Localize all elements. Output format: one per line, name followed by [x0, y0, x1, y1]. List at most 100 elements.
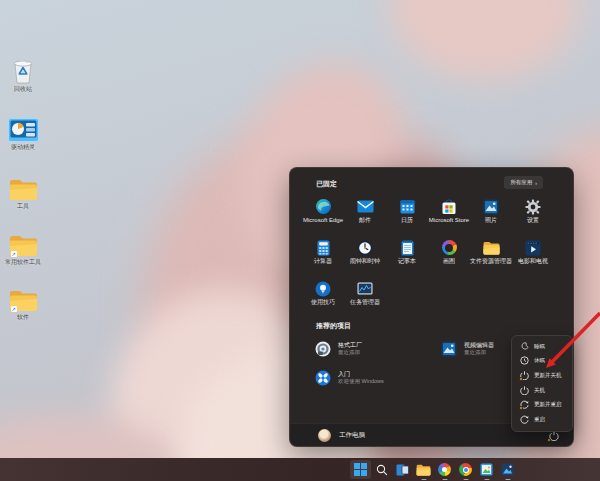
- pinned-app-tips[interactable]: 使用技巧: [302, 278, 344, 319]
- photo-viewer-icon: [480, 463, 493, 476]
- app-label: 记事本: [398, 258, 416, 265]
- running-indicator: [442, 479, 447, 481]
- chrome-icon: [459, 463, 472, 476]
- power-menu-item-sleep[interactable]: 睡眠: [512, 339, 572, 354]
- app-label: 日历: [401, 217, 413, 224]
- pinned-app-mail[interactable]: 邮件: [344, 196, 386, 237]
- app-label: Microsoft Store: [429, 217, 469, 224]
- taskbar-app-image[interactable]: [497, 460, 518, 479]
- color-wheel-icon: [438, 463, 451, 476]
- recommended-subtitle: 最近添加: [338, 349, 362, 356]
- app-label: Microsoft Edge: [303, 217, 343, 224]
- task-manager-icon: [357, 280, 374, 297]
- pinned-app-photos[interactable]: 照片: [470, 196, 512, 237]
- get-started-icon: [314, 369, 331, 386]
- app-label: 邮件: [359, 217, 371, 224]
- pinned-app-clock[interactable]: 闹钟和时钟: [344, 237, 386, 278]
- taskbar-search-button[interactable]: [371, 460, 392, 479]
- movies-tv-icon: [525, 239, 542, 256]
- video-editor-icon: [440, 340, 457, 357]
- shortcut-arrow-icon: ↗: [11, 306, 17, 312]
- recommended-section-title: 推荐的项目: [316, 321, 351, 331]
- recommended-item-get-started[interactable]: 入门 欢迎使用 Windows: [314, 369, 384, 386]
- system-app-icon: [8, 114, 39, 142]
- microsoft-store-icon: [441, 198, 458, 215]
- pinned-app-calculator[interactable]: 计算器: [302, 237, 344, 278]
- folder-icon: ↗: [9, 229, 38, 257]
- power-menu: 睡眠 休眠 更新并关机 关机: [511, 335, 573, 432]
- power-menu-item-hibernate[interactable]: 休眠: [512, 354, 572, 369]
- power-menu-item-update-shutdown[interactable]: 更新并关机: [512, 368, 572, 383]
- format-factory-icon: [314, 340, 331, 357]
- desktop-icon-recycle-bin[interactable]: 回收站: [3, 56, 43, 93]
- pinned-app-calendar[interactable]: 日历: [386, 196, 428, 237]
- taskbar-app-photos[interactable]: [476, 460, 497, 479]
- taskbar-file-explorer[interactable]: [413, 460, 434, 479]
- recommended-title: 入门: [338, 371, 384, 378]
- power-menu-label: 更新并重启: [534, 401, 562, 408]
- running-indicator: [421, 479, 426, 481]
- calculator-icon: [315, 239, 332, 256]
- pinned-app-paint[interactable]: 画图: [428, 237, 470, 278]
- update-badge: [519, 406, 523, 410]
- desktop-icon-label: 驱动精灵: [11, 144, 35, 151]
- taskbar-app-chrome[interactable]: [455, 460, 476, 479]
- shortcut-arrow-icon: ↗: [11, 251, 17, 257]
- power-menu-item-restart[interactable]: 重启: [512, 412, 572, 427]
- pinned-app-settings[interactable]: 设置: [512, 196, 554, 237]
- update-badge: [547, 438, 551, 442]
- desktop-icon-label: 常用软件工具: [5, 259, 41, 266]
- pinned-app-edge[interactable]: Microsoft Edge: [302, 196, 344, 237]
- app-label: 画图: [443, 258, 455, 265]
- recycle-bin-icon: [11, 56, 35, 84]
- image-viewer-icon: [501, 463, 514, 476]
- desktop-icon-folder-3[interactable]: ↗ 软件: [3, 284, 43, 321]
- all-apps-button[interactable]: 所有应用 ›: [504, 176, 543, 189]
- running-indicator: [463, 479, 468, 481]
- power-menu-label: 更新并关机: [534, 372, 562, 379]
- taskbar: [0, 458, 600, 481]
- desktop-icon-label: 回收站: [14, 86, 32, 93]
- recommended-title: 格式工厂: [338, 342, 362, 349]
- pinned-app-movies-tv[interactable]: 电影和电视: [512, 237, 554, 278]
- running-indicator: [505, 479, 510, 481]
- user-name[interactable]: 工作电脑: [339, 431, 365, 440]
- app-label: 任务管理器: [350, 299, 380, 306]
- restart-update-icon: [520, 400, 529, 409]
- app-label: 电影和电视: [518, 258, 548, 265]
- desktop-icon-folder-2[interactable]: ↗ 常用软件工具: [3, 229, 43, 266]
- app-label: 照片: [485, 217, 497, 224]
- recommended-item-video-editor[interactable]: 视频编辑器 最近添加: [440, 340, 494, 357]
- update-badge: [519, 377, 523, 381]
- power-update-icon: [520, 371, 529, 380]
- restart-icon: [520, 415, 529, 424]
- edge-icon: [315, 198, 332, 215]
- moon-icon: [520, 342, 529, 351]
- power-menu-label: 关机: [534, 387, 545, 394]
- pinned-app-task-manager[interactable]: 任务管理器: [344, 278, 386, 319]
- power-menu-label: 重启: [534, 416, 545, 423]
- taskbar-app-colorwheel[interactable]: [434, 460, 455, 479]
- task-view-button[interactable]: [392, 460, 413, 479]
- pinned-app-notepad[interactable]: 记事本: [386, 237, 428, 278]
- pinned-app-file-explorer[interactable]: 文件资源管理器: [470, 237, 512, 278]
- pinned-app-grid: Microsoft Edge 邮件: [302, 196, 554, 319]
- power-icon: [520, 386, 529, 395]
- notepad-icon: [399, 239, 416, 256]
- pinned-app-store[interactable]: Microsoft Store: [428, 196, 470, 237]
- recommended-title: 视频编辑器: [464, 342, 494, 349]
- user-avatar[interactable]: [318, 429, 331, 442]
- desktop-icon-folder-1[interactable]: 工具: [3, 173, 43, 210]
- running-indicator: [484, 479, 489, 481]
- power-menu-item-shutdown[interactable]: 关机: [512, 383, 572, 398]
- all-apps-label: 所有应用: [510, 179, 532, 186]
- desktop-icon-app[interactable]: 驱动精灵: [3, 114, 43, 151]
- app-label: 使用技巧: [311, 299, 335, 306]
- recommended-item-format-factory[interactable]: 格式工厂 最近添加: [314, 340, 362, 357]
- pinned-section-title: 已固定: [316, 179, 337, 189]
- power-menu-item-update-restart[interactable]: 更新并重启: [512, 397, 572, 412]
- start-button[interactable]: [350, 460, 371, 479]
- task-view-icon: [396, 464, 409, 476]
- folder-icon: [416, 464, 431, 476]
- photos-icon: [483, 198, 500, 215]
